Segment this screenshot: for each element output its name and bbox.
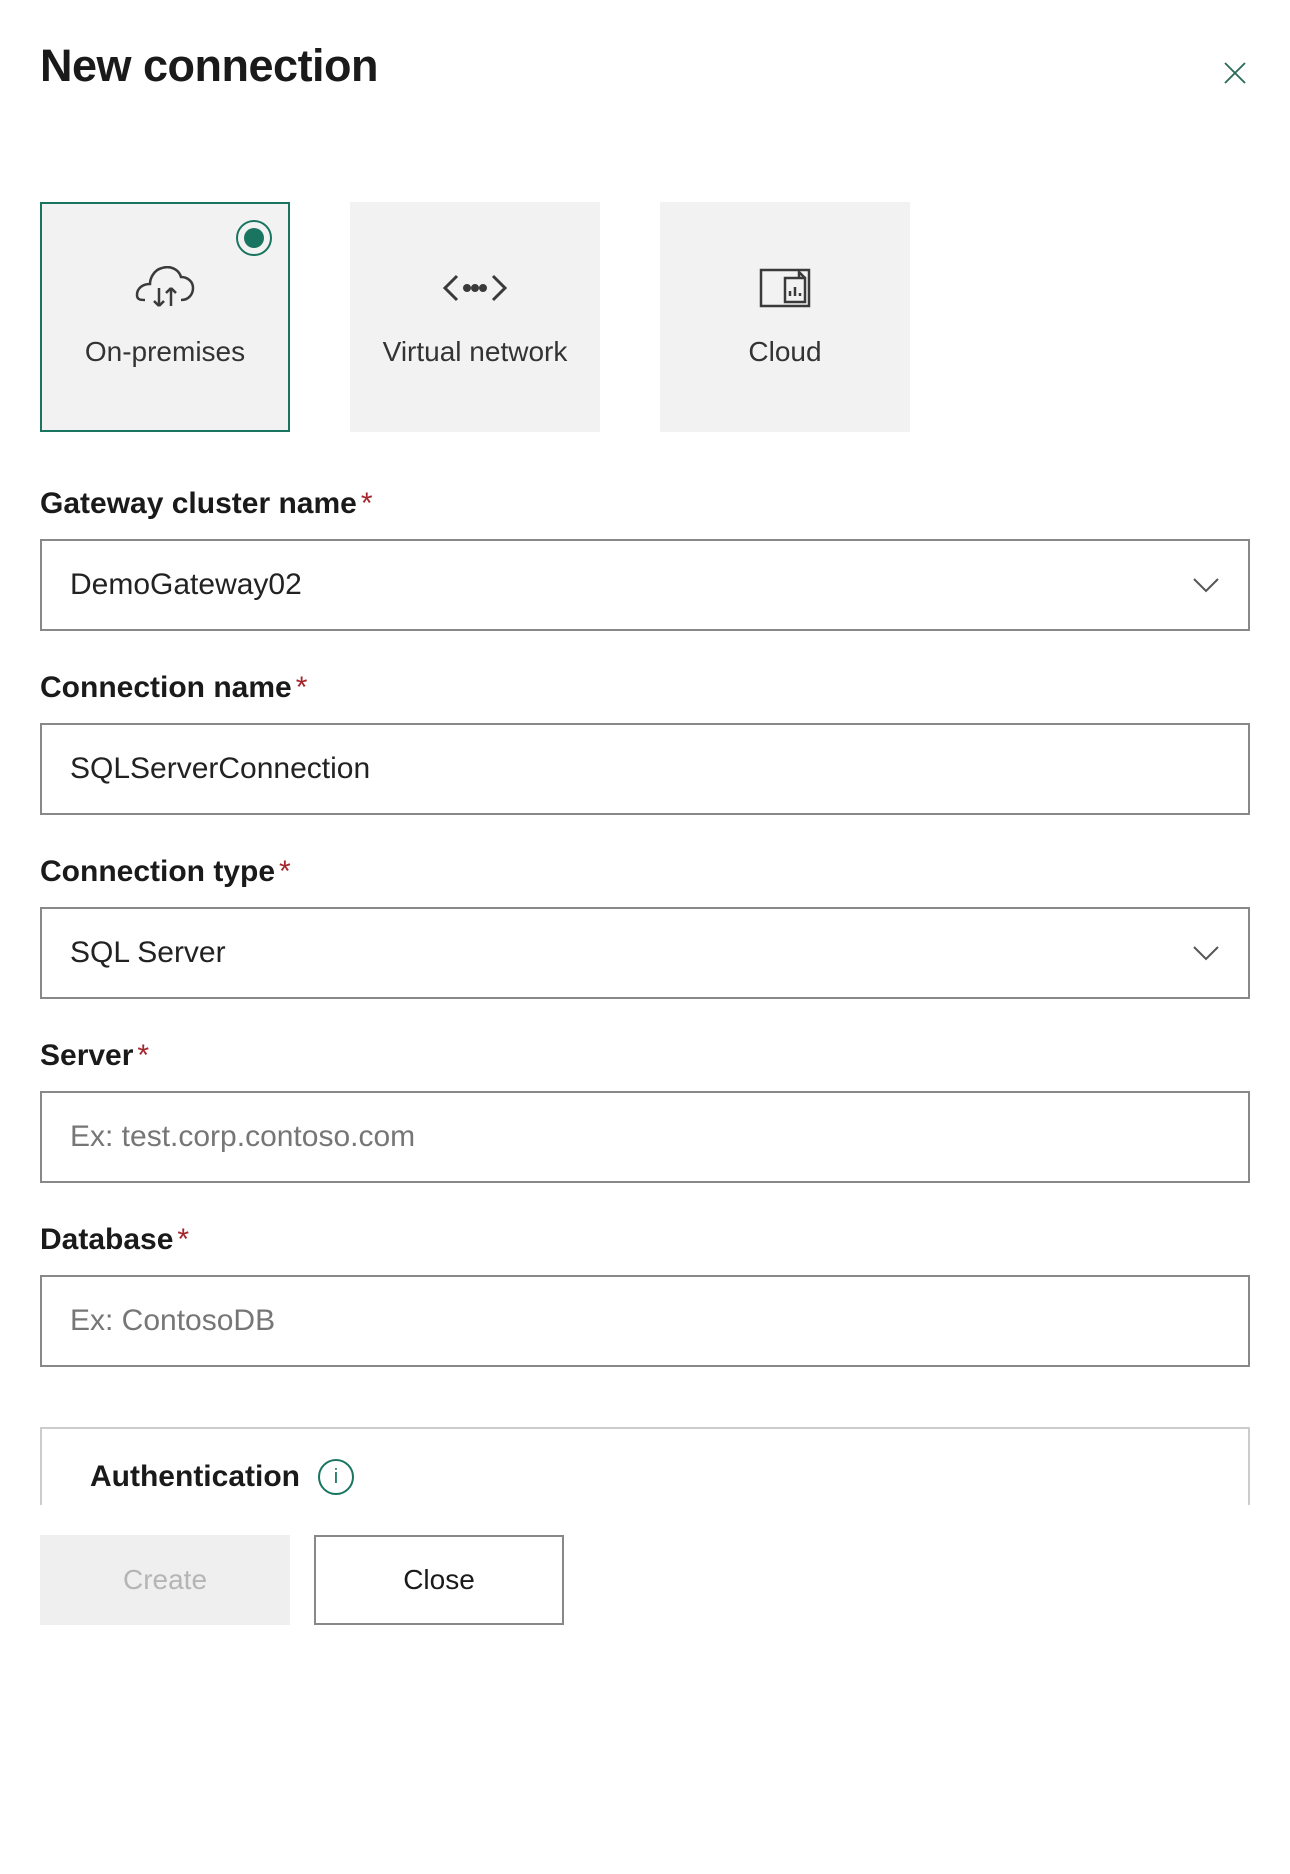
gateway-cluster-select[interactable]: DemoGateway02 xyxy=(40,539,1250,631)
connection-type-select[interactable]: SQL Server xyxy=(40,907,1250,999)
server-input[interactable] xyxy=(40,1091,1250,1183)
connection-type-value: SQL Server xyxy=(70,936,226,970)
server-label: Server* xyxy=(40,1039,1250,1073)
authentication-label: Authentication xyxy=(90,1460,300,1494)
type-card-label: Cloud xyxy=(748,333,821,371)
cloud-sync-icon xyxy=(135,263,195,313)
database-label: Database* xyxy=(40,1223,1250,1257)
type-card-label: Virtual network xyxy=(383,333,568,371)
connection-name-input[interactable] xyxy=(40,723,1250,815)
chevron-down-icon xyxy=(1192,945,1220,961)
cloud-report-icon xyxy=(757,263,813,313)
type-card-virtual-network[interactable]: Virtual network xyxy=(350,202,600,432)
chevron-down-icon xyxy=(1192,577,1220,593)
type-card-on-premises[interactable]: On-premises xyxy=(40,202,290,432)
gateway-cluster-label: Gateway cluster name* xyxy=(40,487,1250,521)
page-title: New connection xyxy=(40,40,378,92)
database-input[interactable] xyxy=(40,1275,1250,1367)
info-icon[interactable]: i xyxy=(318,1459,354,1495)
close-button[interactable]: Close xyxy=(314,1535,564,1625)
network-icon xyxy=(443,263,507,313)
radio-selected-icon xyxy=(236,220,272,256)
gateway-cluster-value: DemoGateway02 xyxy=(70,568,302,602)
create-button[interactable]: Create xyxy=(40,1535,290,1625)
connection-type-label: Connection type* xyxy=(40,855,1250,889)
close-icon[interactable] xyxy=(1220,58,1250,88)
type-card-cloud[interactable]: Cloud xyxy=(660,202,910,432)
authentication-section: Authentication i xyxy=(40,1427,1250,1505)
connection-type-selector: On-premises Virtual network Clo xyxy=(40,202,1250,432)
type-card-label: On-premises xyxy=(85,333,245,371)
connection-name-label: Connection name* xyxy=(40,671,1250,705)
